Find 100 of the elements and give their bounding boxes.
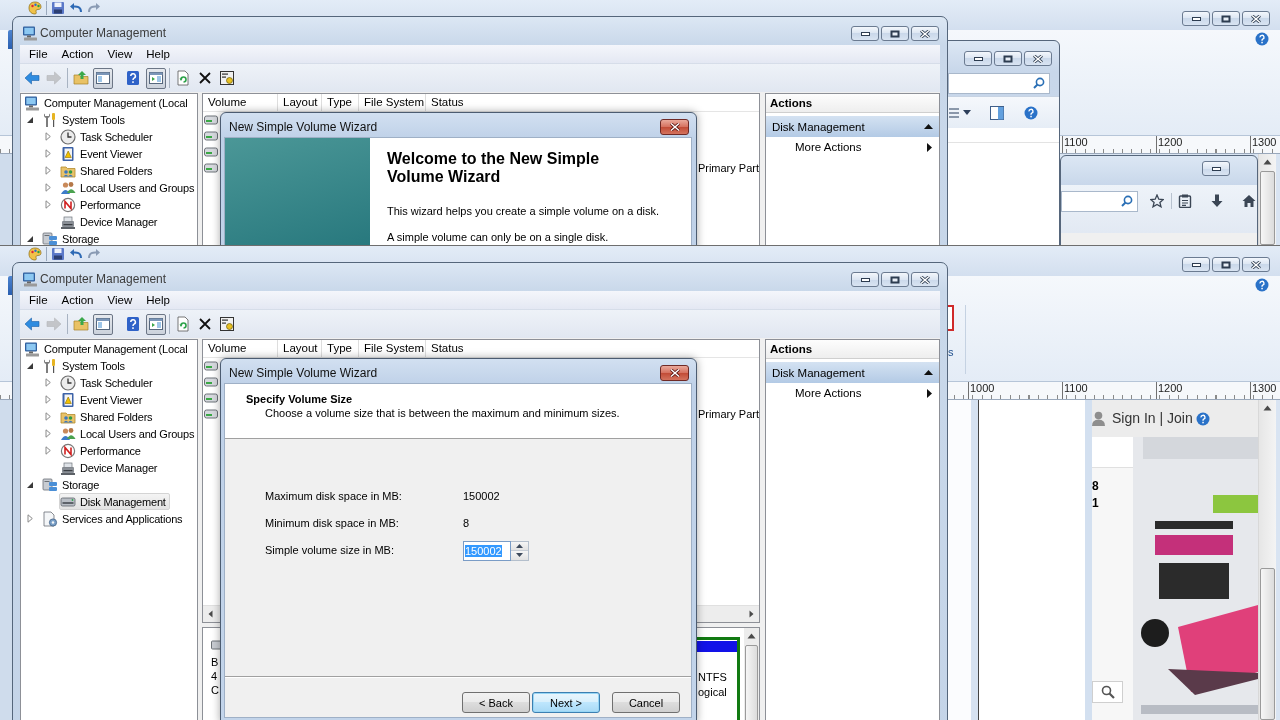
collapsed-arrow-icon[interactable] xyxy=(45,378,51,387)
actions-group-header[interactable]: Disk Management xyxy=(766,362,939,383)
column-header[interactable]: Type xyxy=(322,340,359,357)
maximize-button[interactable] xyxy=(1212,11,1240,26)
vertical-scrollbar[interactable] xyxy=(1258,400,1276,720)
tree-item[interactable]: Disk Management xyxy=(59,493,170,510)
expanded-arrow-icon[interactable] xyxy=(26,234,34,243)
search-field[interactable] xyxy=(948,72,1050,94)
tree-item[interactable]: Shared Folders xyxy=(59,408,157,425)
collapsed-arrow-icon[interactable] xyxy=(45,395,51,404)
vertical-scrollbar[interactable] xyxy=(1258,154,1276,245)
menu-item[interactable]: File xyxy=(22,292,55,308)
tree-item[interactable]: Storage xyxy=(41,476,104,493)
collapsed-arrow-icon[interactable] xyxy=(45,149,51,158)
tree-item[interactable]: Computer Management (Local xyxy=(23,340,192,357)
column-header[interactable]: Layout xyxy=(278,94,322,111)
palette-icon[interactable] xyxy=(28,1,42,15)
tree-item[interactable]: Local Users and Groups xyxy=(59,425,197,442)
sign-in-links[interactable]: Sign In | Join xyxy=(1112,410,1193,427)
column-header[interactable]: File System xyxy=(359,94,426,111)
menu-item[interactable]: Action xyxy=(54,292,101,308)
close-button[interactable] xyxy=(1024,51,1052,66)
menu-item[interactable]: Action xyxy=(54,46,101,62)
scroll-up-arrow-icon[interactable] xyxy=(747,633,756,639)
tree-item[interactable]: Performance xyxy=(59,442,145,459)
column-header[interactable]: Volume xyxy=(203,340,278,357)
column-header[interactable]: Type xyxy=(322,94,359,111)
close-button[interactable] xyxy=(1242,11,1270,26)
collapsed-arrow-icon[interactable] xyxy=(45,132,51,141)
tree-item[interactable]: Storage xyxy=(41,230,104,245)
tree-item[interactable]: Shared Folders xyxy=(59,162,157,179)
scrollbar-thumb[interactable] xyxy=(1260,568,1275,720)
help-icon[interactable] xyxy=(1195,411,1210,426)
submenu-arrow-icon[interactable] xyxy=(927,142,932,152)
collapsed-arrow-icon[interactable] xyxy=(45,446,51,455)
tree-item[interactable]: Event Viewer xyxy=(59,145,147,162)
spin-down-button[interactable] xyxy=(511,550,528,560)
scroll-up-arrow-icon[interactable] xyxy=(1263,159,1272,165)
help-icon[interactable] xyxy=(1255,278,1269,292)
star-icon[interactable] xyxy=(1150,194,1164,208)
tree-item[interactable]: Device Manager xyxy=(59,213,162,230)
clipboard-icon[interactable] xyxy=(1178,194,1192,208)
menu-item[interactable]: Help xyxy=(139,46,177,62)
show-action-pane-button[interactable] xyxy=(146,67,166,89)
close-button[interactable] xyxy=(911,272,939,287)
tree-item[interactable]: Device Manager xyxy=(59,459,162,476)
show-action-pane-button[interactable] xyxy=(146,313,166,335)
minimize-button[interactable] xyxy=(851,26,879,41)
help-icon[interactable] xyxy=(1255,32,1269,46)
minimize-button[interactable] xyxy=(964,51,992,66)
tree-item[interactable]: System Tools xyxy=(41,111,129,128)
tree-item[interactable]: Local Users and Groups xyxy=(59,179,197,196)
spin-up-button[interactable] xyxy=(511,541,528,550)
scroll-up-arrow-icon[interactable] xyxy=(1263,405,1272,411)
expanded-arrow-icon[interactable] xyxy=(26,115,34,124)
menu-item[interactable]: File xyxy=(22,46,55,62)
expanded-arrow-icon[interactable] xyxy=(26,361,34,370)
home-icon[interactable] xyxy=(1242,194,1256,208)
tree-item[interactable]: Task Scheduler xyxy=(59,374,157,391)
help-icon[interactable] xyxy=(1024,105,1038,120)
dialog-button[interactable]: Cancel xyxy=(612,692,680,713)
submenu-arrow-icon[interactable] xyxy=(927,388,932,398)
maximize-button[interactable] xyxy=(881,26,909,41)
tree-item[interactable]: System Tools xyxy=(41,357,129,374)
minimize-button[interactable] xyxy=(1202,161,1230,176)
search-button[interactable] xyxy=(1092,681,1123,703)
tree-item[interactable]: Computer Management (Local xyxy=(23,94,192,111)
column-header[interactable]: File System xyxy=(359,340,426,357)
maximize-button[interactable] xyxy=(1212,257,1240,272)
column-header[interactable]: Status xyxy=(426,340,759,357)
undo-icon[interactable] xyxy=(69,247,83,261)
dialog-button[interactable]: < Back xyxy=(462,692,530,713)
search-field[interactable] xyxy=(1061,190,1138,212)
minimize-button[interactable] xyxy=(851,272,879,287)
tree-item[interactable]: Performance xyxy=(59,196,145,213)
save-icon[interactable] xyxy=(51,247,65,261)
show-tree-button[interactable] xyxy=(93,313,113,335)
menu-item[interactable]: View xyxy=(100,46,140,62)
tree-item[interactable]: Event Viewer xyxy=(59,391,147,408)
close-button[interactable] xyxy=(1242,257,1270,272)
tree-item[interactable]: Task Scheduler xyxy=(59,128,157,145)
scrollbar-thumb[interactable] xyxy=(1260,171,1275,245)
actions-group-header[interactable]: Disk Management xyxy=(766,116,939,137)
preview-pane-icon[interactable] xyxy=(990,105,1004,120)
close-button[interactable] xyxy=(660,365,689,381)
maximize-button[interactable] xyxy=(994,51,1022,66)
collapsed-arrow-icon[interactable] xyxy=(45,166,51,175)
minimize-button[interactable] xyxy=(1182,257,1210,272)
action-item[interactable]: More Actions xyxy=(766,137,939,157)
maximize-button[interactable] xyxy=(881,272,909,287)
menu-item[interactable]: View xyxy=(100,292,140,308)
save-icon[interactable] xyxy=(51,1,65,15)
collapsed-arrow-icon[interactable] xyxy=(45,200,51,209)
close-button[interactable] xyxy=(911,26,939,41)
tree-item[interactable]: Services and Applications xyxy=(41,510,187,527)
collapse-triangle-icon[interactable] xyxy=(924,124,933,129)
dialog-button[interactable]: Next > xyxy=(532,692,600,713)
collapsed-arrow-icon[interactable] xyxy=(27,514,33,523)
collapsed-arrow-icon[interactable] xyxy=(45,412,51,421)
collapsed-arrow-icon[interactable] xyxy=(45,429,51,438)
